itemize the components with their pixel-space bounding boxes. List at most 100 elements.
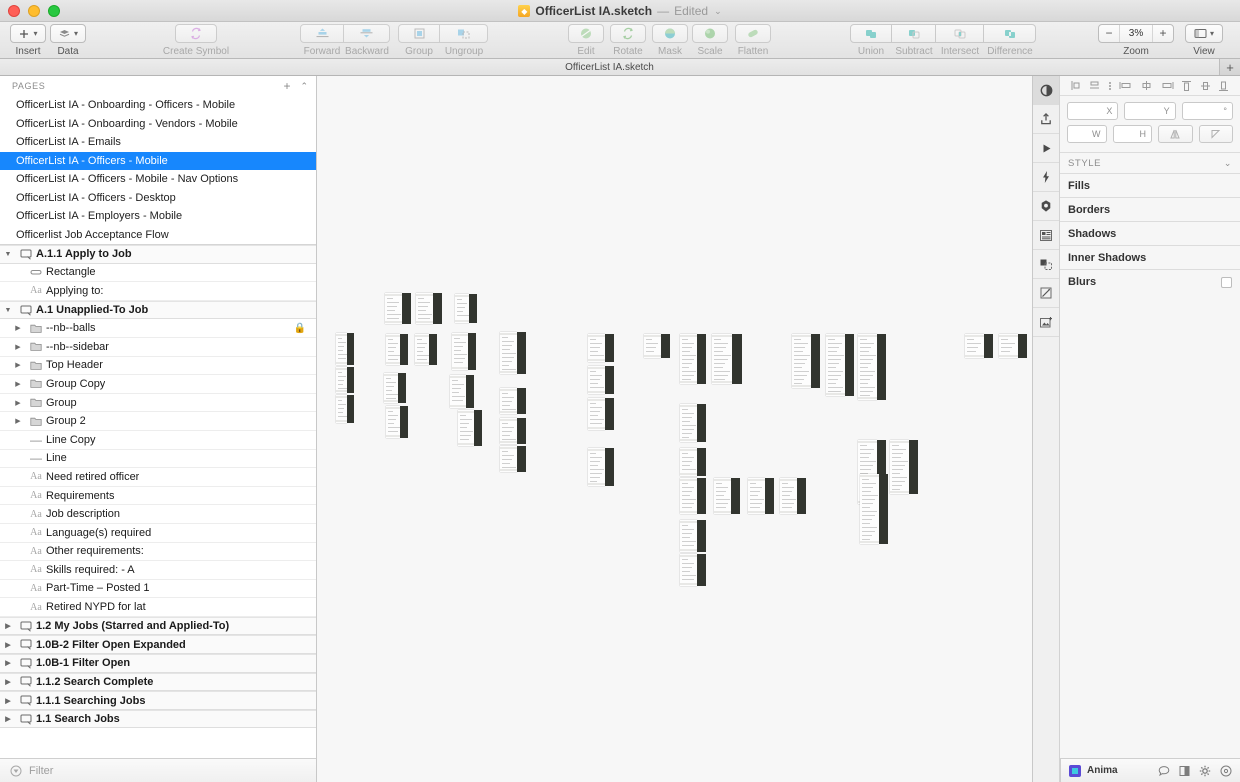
page-item-3-selected[interactable]: OfficerList IA - Officers - Mobile — [0, 151, 316, 170]
rotation-field[interactable]: ° — [1181, 102, 1233, 120]
flatten-button[interactable] — [735, 24, 771, 43]
backward-button[interactable] — [344, 24, 390, 43]
canvas-artboard[interactable] — [588, 448, 614, 486]
canvas-artboard[interactable] — [680, 448, 706, 476]
disclosure-closed-icon[interactable]: ▶ — [10, 343, 26, 351]
disclosure-open-icon[interactable]: ▼ — [0, 307, 16, 314]
disclosure-open-icon[interactable]: ▼ — [0, 251, 16, 258]
canvas-artboard[interactable] — [336, 395, 354, 423]
align-center-horizontal-icon[interactable] — [1089, 80, 1100, 91]
layer-row-artboard[interactable]: ▶ 1.2 My Jobs (Starred and Applied-To) — [0, 616, 316, 636]
canvas-artboard[interactable] — [792, 334, 820, 388]
comment-icon[interactable] — [1158, 765, 1170, 777]
toolbar-view[interactable]: ▾ View — [1182, 22, 1226, 57]
canvas-artboard[interactable] — [452, 333, 476, 370]
blurs-checkbox[interactable] — [1221, 276, 1232, 288]
add-image-icon-button[interactable] — [1033, 308, 1059, 337]
play-icon-button[interactable] — [1033, 134, 1059, 163]
x-field[interactable]: X — [1067, 102, 1119, 120]
disclosure-closed-icon[interactable]: ▶ — [0, 678, 16, 686]
create-symbol-button[interactable] — [175, 24, 217, 43]
layers-list[interactable]: ▼ A.1.1 Apply to Job Rectangle Aa Applying t… — [0, 245, 316, 758]
canvas-artboard[interactable] — [588, 366, 614, 394]
canvas-artboard[interactable] — [416, 293, 442, 324]
y-field[interactable]: Y — [1124, 102, 1176, 120]
layer-row[interactable]: ▶ --nb--sidebar — [0, 338, 316, 357]
layer-row[interactable]: Rectangle — [0, 264, 316, 283]
canvas-artboard[interactable] — [680, 478, 706, 514]
minimize-window-button[interactable] — [28, 4, 40, 17]
canvas-artboard[interactable] — [384, 373, 406, 403]
gear-icon[interactable] — [1199, 765, 1211, 777]
disclosure-closed-icon[interactable]: ▶ — [10, 324, 26, 332]
measure-icon-button[interactable] — [1033, 279, 1059, 308]
layer-row[interactable]: Aa Job description — [0, 505, 316, 524]
page-item-1[interactable]: OfficerList IA - Onboarding - Vendors - … — [0, 115, 316, 134]
canvas-artboard[interactable] — [748, 478, 774, 514]
page-item-4[interactable]: OfficerList IA - Officers - Mobile - Nav… — [0, 170, 316, 189]
canvas-artboard[interactable] — [890, 440, 918, 494]
canvas-artboard[interactable] — [999, 334, 1027, 358]
layer-row-artboard[interactable]: ▶ 1.1 Search Jobs — [0, 709, 316, 729]
canvas-artboard[interactable] — [680, 404, 706, 442]
shadows-row[interactable]: Shadows — [1060, 222, 1240, 246]
nut-settings-icon-button[interactable] — [1033, 192, 1059, 221]
group-segmented-control[interactable] — [398, 24, 488, 43]
layer-row-artboard[interactable]: ▼ A.1.1 Apply to Job — [0, 245, 316, 264]
canvas-artboard[interactable] — [680, 334, 706, 384]
layer-row[interactable]: Aa Applying to: — [0, 282, 316, 301]
layer-row[interactable]: Aa Requirements — [0, 487, 316, 506]
layer-row[interactable]: Aa Part-Time – Posted 1 — [0, 580, 316, 599]
canvas-artboard[interactable] — [644, 334, 670, 358]
lock-icon[interactable]: 🔒 — [294, 323, 306, 334]
layer-row[interactable]: Aa Skills required: - A — [0, 561, 316, 580]
page-item-0[interactable]: OfficerList IA - Onboarding - Officers -… — [0, 96, 316, 115]
layer-row[interactable]: ▶ Top Header — [0, 357, 316, 376]
layer-row[interactable]: — Line — [0, 450, 316, 469]
new-tab-button[interactable]: + — [1220, 59, 1240, 75]
align-bottom-icon[interactable] — [1218, 80, 1229, 92]
group-button[interactable] — [398, 24, 440, 43]
canvas-artboard[interactable] — [858, 334, 886, 400]
layer-row-artboard[interactable]: ▶ 1.0B-1 Filter Open — [0, 654, 316, 673]
collapse-pages-button[interactable]: ⌃ — [300, 81, 308, 92]
canvas-artboard[interactable] — [826, 334, 854, 396]
canvas-artboard[interactable] — [500, 332, 526, 374]
forward-button[interactable] — [300, 24, 344, 43]
canvas-artboard[interactable] — [386, 406, 408, 438]
contrast-icon-button[interactable] — [1033, 76, 1059, 105]
panel-icon[interactable] — [1179, 765, 1190, 777]
canvas-artboard[interactable] — [860, 474, 888, 544]
flip-horizontal-button[interactable] — [1158, 125, 1193, 143]
inner-shadows-row[interactable]: Inner Shadows — [1060, 246, 1240, 270]
arrange-segmented-control[interactable] — [300, 24, 390, 43]
tab-officerlist-ia[interactable]: OfficerList IA.sketch — [0, 59, 1220, 75]
borders-row[interactable]: Borders — [1060, 198, 1240, 222]
intersect-button[interactable] — [936, 24, 984, 43]
layers-filter-bar[interactable]: Filter — [0, 758, 316, 782]
canvas-artboard[interactable] — [455, 294, 477, 323]
ungroup-button[interactable] — [440, 24, 488, 43]
zoom-in-button[interactable]: + — [1153, 25, 1173, 42]
canvas-artboard[interactable] — [680, 554, 706, 586]
canvas-artboard[interactable] — [500, 388, 526, 414]
data-button[interactable]: ▾ — [50, 24, 86, 43]
zoom-stepper[interactable]: − 3% + — [1098, 24, 1174, 43]
page-item-6[interactable]: OfficerList IA - Employers - Mobile — [0, 207, 316, 226]
difference-button[interactable] — [984, 24, 1036, 43]
canvas-artboard[interactable] — [336, 333, 354, 365]
disclosure-closed-icon[interactable]: ▶ — [0, 659, 16, 667]
maximize-window-button[interactable] — [48, 4, 60, 17]
align-top-icon[interactable] — [1181, 80, 1192, 92]
disclosure-closed-icon[interactable]: ▶ — [10, 417, 26, 425]
canvas-artboard[interactable] — [588, 398, 614, 430]
canvas-artboard[interactable] — [336, 367, 354, 393]
alignment-toolbar[interactable] — [1060, 76, 1240, 96]
add-page-button[interactable]: + — [283, 79, 290, 93]
disclosure-closed-icon[interactable]: ▶ — [0, 697, 16, 705]
design-canvas[interactable] — [317, 76, 1032, 782]
style-section-header[interactable]: STYLE ⌄ — [1060, 152, 1240, 174]
canvas-artboard[interactable] — [780, 478, 806, 514]
scale-button[interactable] — [692, 24, 728, 43]
canvas-artboard[interactable] — [450, 375, 474, 408]
